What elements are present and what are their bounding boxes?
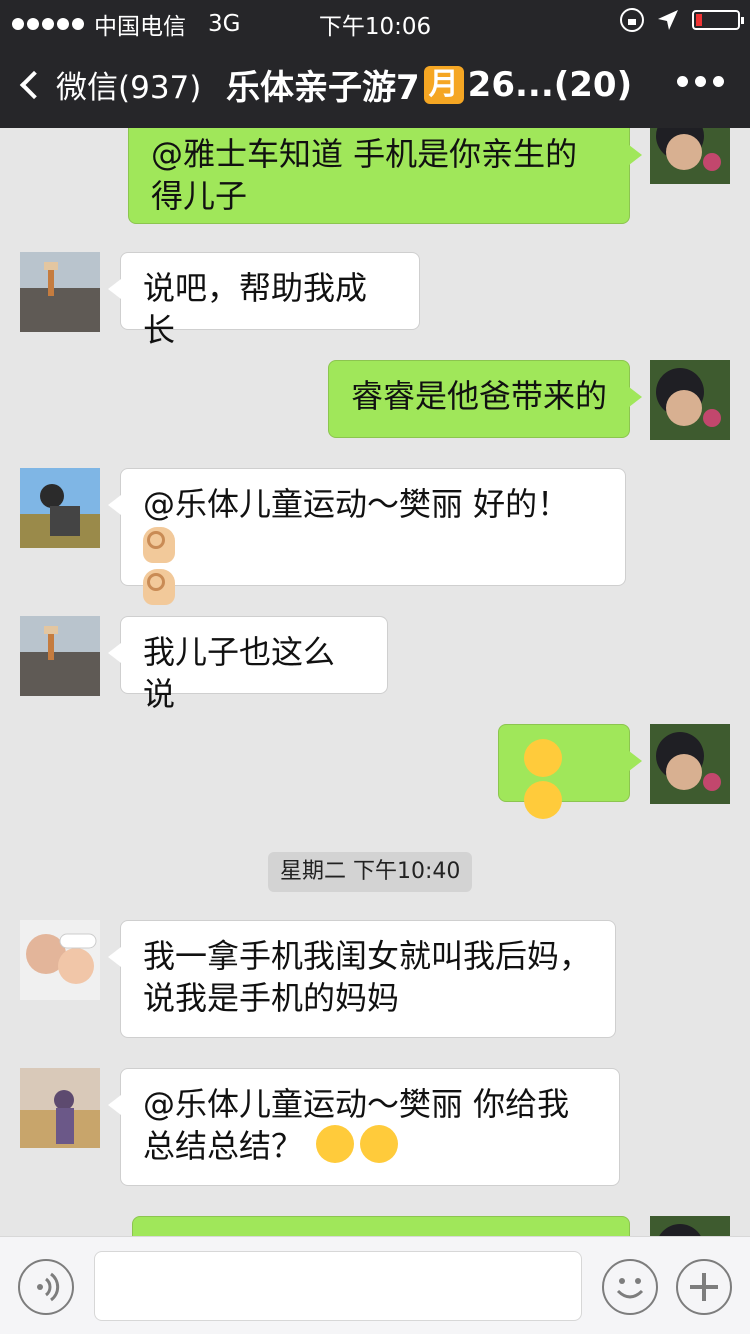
message-bubble[interactable]: @雅士车知道 手机是你亲生的得儿子 xyxy=(128,128,642,224)
ok-hand-emoji xyxy=(143,527,175,563)
avatar[interactable] xyxy=(20,1068,100,1148)
month-emoji-badge: 月 xyxy=(423,65,464,104)
message-text: 说吧，帮助我成长 xyxy=(143,269,368,349)
avatar[interactable] xyxy=(650,360,730,440)
avatar[interactable] xyxy=(20,252,100,332)
message-bubble-partial[interactable] xyxy=(132,1216,630,1236)
message-text: 睿睿是他爸带来的 xyxy=(351,377,608,415)
chat-title: 乐体亲子游7 月 26...(20) xyxy=(226,60,632,109)
lock-icon xyxy=(620,8,644,32)
more-icon[interactable] xyxy=(677,76,724,87)
avatar[interactable] xyxy=(20,920,100,1000)
message-bubble[interactable] xyxy=(498,724,642,819)
avatar[interactable] xyxy=(20,616,100,696)
avatar[interactable] xyxy=(20,468,100,548)
avatar[interactable] xyxy=(650,724,730,804)
message-input-bar xyxy=(0,1236,750,1334)
message-bubble[interactable]: 说吧，帮助我成长 xyxy=(108,252,420,349)
message-bubble[interactable]: 睿睿是他爸带来的 xyxy=(328,360,642,438)
message-bubble[interactable]: @乐体儿童运动～樊丽 好的！ xyxy=(108,468,626,605)
message-text: @乐体儿童运动～樊丽 好的！ xyxy=(143,485,570,523)
chat-message-list[interactable]: @雅士车知道 手机是你亲生的得儿子 说吧，帮助我成长 睿睿是他爸带来的 @乐体儿… xyxy=(0,128,750,1236)
voice-icon xyxy=(37,1272,60,1302)
message-timestamp: 星期二 下午10:40 xyxy=(268,852,473,892)
back-button[interactable]: 微信(937) xyxy=(18,62,201,107)
more-features-button[interactable] xyxy=(676,1259,732,1315)
battery-icon xyxy=(692,10,744,30)
grimacing-face-emoji xyxy=(316,1125,355,1163)
voice-button[interactable] xyxy=(18,1259,74,1315)
grimacing-face-emoji xyxy=(360,1125,399,1163)
status-bar: 中国电信 3G 下午10:06 xyxy=(0,0,750,40)
message-bubble[interactable]: 我一拿手机我闺女就叫我后妈，说我是手机的妈妈 xyxy=(108,920,616,1038)
message-text: 我儿子也这么说 xyxy=(143,633,336,713)
message-input[interactable] xyxy=(94,1251,582,1321)
avatar[interactable] xyxy=(650,1216,730,1236)
message-bubble[interactable]: @乐体儿童运动～樊丽 你给我总结总结？ xyxy=(108,1068,620,1186)
emoji-face-icon xyxy=(616,1278,644,1299)
back-icon xyxy=(19,70,49,99)
plus-icon xyxy=(690,1273,718,1301)
tears-of-joy-emoji xyxy=(524,781,562,819)
top-bar: 中国电信 3G 下午10:06 微信(937) 乐体亲子游7 月 26...(2… xyxy=(0,0,750,128)
ok-hand-emoji xyxy=(143,569,175,605)
back-label: 微信(937) xyxy=(56,70,202,106)
message-bubble[interactable]: 我儿子也这么说 xyxy=(108,616,388,713)
chat-navigation-bar: 微信(937) 乐体亲子游7 月 26...(20) xyxy=(0,40,750,128)
squinting-tongue-emoji xyxy=(524,739,562,777)
avatar[interactable] xyxy=(650,128,730,184)
chat-title-suffix: 26...(20) xyxy=(467,64,633,105)
status-right xyxy=(620,8,744,32)
chat-title-prefix: 乐体亲子游7 xyxy=(226,68,420,108)
message-text: 我一拿手机我闺女就叫我后妈，说我是手机的妈妈 xyxy=(143,937,592,1017)
message-text: @雅士车知道 手机是你亲生的得儿子 xyxy=(151,135,578,215)
message-text: @乐体儿童运动～樊丽 你给我总结总结？ xyxy=(143,1085,570,1165)
location-arrow-icon xyxy=(658,10,678,30)
emoji-button[interactable] xyxy=(602,1259,658,1315)
